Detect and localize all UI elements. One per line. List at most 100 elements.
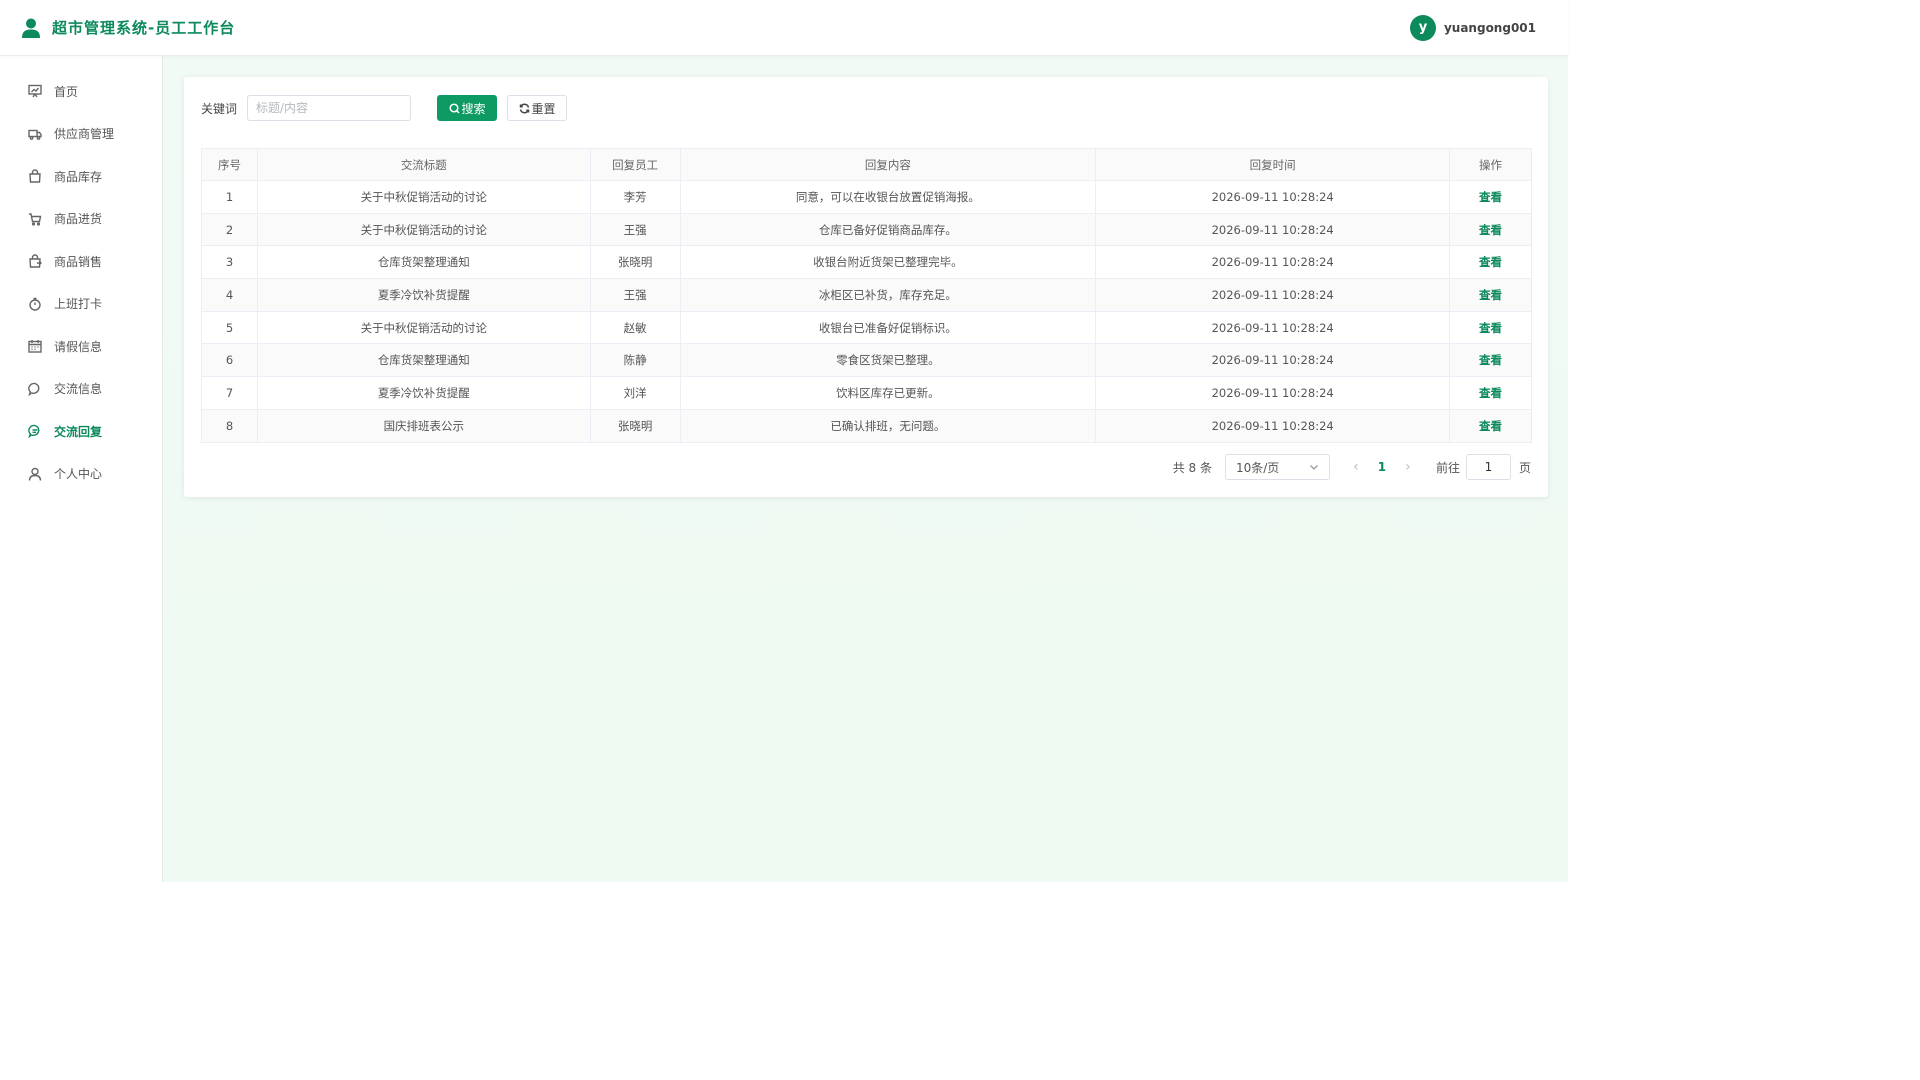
user-icon [28, 467, 42, 481]
sidebar-item-leave[interactable]: 请假信息 [0, 325, 162, 368]
reset-button-label: 重置 [531, 101, 556, 116]
cell-title: 夏季冷饮补货提醒 [256, 278, 591, 312]
sidebar-item-label: 交流回复 [54, 424, 103, 439]
cell-staff: 张晓明 [589, 245, 681, 280]
search-label: 关键词 [201, 101, 238, 116]
sidebar-item-label: 商品销售 [54, 254, 103, 269]
username[interactable]: yuangong001 [1444, 21, 1536, 35]
sidebar-item-label: 商品库存 [54, 169, 103, 184]
cell-title: 国庆排班表公示 [256, 408, 591, 443]
cell-seq: 6 [201, 343, 258, 378]
sidebar-item-replies[interactable]: 交流回复 [0, 410, 162, 453]
page-number-current[interactable]: 1 [1369, 460, 1395, 474]
sidebar-item-label: 首页 [54, 84, 79, 99]
cell-content: 饮料区库存已更新。 [679, 376, 1097, 410]
column-header-content: 回复内容 [679, 148, 1097, 181]
cell-time: 2026-09-11 10:28:24 [1095, 212, 1450, 247]
column-header-title: 交流标题 [256, 148, 591, 181]
search-button[interactable]: 搜索 [437, 95, 498, 121]
prev-page-button[interactable]: ‹ [1343, 459, 1369, 475]
cell-content: 收银台附近货架已整理完毕。 [679, 245, 1097, 280]
goto-label: 前往 [1435, 460, 1460, 475]
cell-title: 关于中秋促销活动的讨论 [256, 310, 591, 345]
chevron-down-icon [1310, 465, 1318, 470]
view-link[interactable]: 查看 [1479, 419, 1502, 433]
view-link[interactable]: 查看 [1479, 288, 1502, 302]
page-size-value: 10条/页 [1235, 460, 1280, 475]
main-content: 关键词 搜索 重置 序号 交流标题 回复员工 回复内容 回复时间 操作 [163, 56, 1568, 882]
cell-time: 2026-09-11 10:28:24 [1095, 310, 1450, 345]
avatar[interactable]: y [1409, 14, 1436, 41]
cell-seq: 2 [201, 212, 258, 247]
view-link[interactable]: 查看 [1479, 353, 1502, 367]
user-menu[interactable]: y yuangong001 [1409, 14, 1536, 41]
table-row: 5 关于中秋促销活动的讨论 赵敏 收银台已准备好促销标识。 2026-09-11… [201, 310, 1532, 345]
view-link[interactable]: 查看 [1479, 321, 1502, 335]
cell-action: 查看 [1449, 245, 1532, 280]
view-link[interactable]: 查看 [1479, 386, 1502, 400]
search-icon [448, 102, 460, 114]
column-header-action: 操作 [1449, 148, 1532, 181]
goto-page-input[interactable] [1465, 454, 1511, 480]
cell-content: 零食区货架已整理。 [679, 343, 1097, 378]
top-header: 超市管理系统-员工工作台 y yuangong001 [0, 0, 1568, 56]
sell-bag-icon [29, 254, 42, 268]
table-row: 7 夏季冷饮补货提醒 刘洋 饮料区库存已更新。 2026-09-11 10:28… [201, 376, 1532, 410]
sidebar-item-home[interactable]: 首页 [0, 70, 162, 113]
cell-action: 查看 [1449, 278, 1532, 312]
cell-action: 查看 [1449, 180, 1532, 214]
sidebar-item-label: 商品进货 [54, 212, 103, 227]
column-header-staff: 回复员工 [589, 148, 681, 181]
sidebar-item-sales[interactable]: 商品销售 [0, 240, 162, 283]
table-header-row: 序号 交流标题 回复员工 回复内容 回复时间 操作 [201, 148, 1532, 181]
column-header-time: 回复时间 [1095, 148, 1450, 181]
sidebar-item-messages[interactable]: 交流信息 [0, 368, 162, 411]
cell-title: 关于中秋促销活动的讨论 [256, 212, 591, 247]
cell-staff: 刘洋 [589, 376, 681, 410]
cell-action: 查看 [1449, 343, 1532, 378]
view-link[interactable]: 查看 [1479, 190, 1502, 204]
cell-title: 关于中秋促销活动的讨论 [256, 180, 591, 214]
sidebar-item-inventory[interactable]: 商品库存 [0, 155, 162, 198]
table-row: 6 仓库货架整理通知 陈静 零食区货架已整理。 2026-09-11 10:28… [201, 343, 1532, 378]
cell-time: 2026-09-11 10:28:24 [1095, 408, 1450, 443]
view-link[interactable]: 查看 [1479, 223, 1502, 237]
refresh-icon [519, 103, 529, 113]
view-link[interactable]: 查看 [1479, 255, 1502, 269]
table-row: 3 仓库货架整理通知 张晓明 收银台附近货架已整理完毕。 2026-09-11 … [201, 245, 1532, 280]
table-row: 8 国庆排班表公示 张晓明 已确认排班，无问题。 2026-09-11 10:2… [201, 408, 1532, 443]
cell-staff: 王强 [589, 278, 681, 312]
cell-seq: 5 [201, 310, 258, 345]
next-page-button[interactable]: › [1395, 459, 1421, 475]
cell-time: 2026-09-11 10:28:24 [1095, 245, 1450, 280]
app-title: 超市管理系统-员工工作台 [52, 19, 236, 37]
cell-title: 仓库货架整理通知 [256, 343, 591, 378]
chat-icon [28, 382, 40, 396]
sidebar-item-supplier[interactable]: 供应商管理 [0, 113, 162, 156]
sidebar-item-label: 上班打卡 [54, 297, 103, 312]
total-count: 共 8 条 [1172, 460, 1212, 475]
sidebar-item-label: 请假信息 [54, 339, 103, 354]
column-header-seq: 序号 [201, 148, 258, 181]
sidebar-item-purchase[interactable]: 商品进货 [0, 198, 162, 241]
cell-staff: 王强 [589, 212, 681, 247]
brand: 超市管理系统-员工工作台 [22, 17, 235, 38]
cell-content: 仓库已备好促销商品库存。 [679, 212, 1097, 247]
goto-suffix: 页 [1518, 460, 1531, 475]
cell-content: 同意，可以在收银台放置促销海报。 [679, 180, 1097, 214]
sidebar-item-label: 供应商管理 [54, 127, 115, 142]
calendar-icon [28, 340, 42, 353]
table-row: 1 关于中秋促销活动的讨论 李芳 同意，可以在收银台放置促销海报。 2026-0… [201, 180, 1532, 214]
sidebar-item-clock-in[interactable]: 上班打卡 [0, 283, 162, 326]
user-logo-icon [22, 18, 40, 38]
reset-button[interactable]: 重置 [507, 95, 568, 121]
cell-action: 查看 [1449, 408, 1532, 443]
page-size-select[interactable]: 10条/页 [1224, 454, 1330, 480]
cell-staff: 李芳 [589, 180, 681, 214]
cell-seq: 7 [201, 376, 258, 410]
cell-action: 查看 [1449, 310, 1532, 345]
cell-staff: 陈静 [589, 343, 681, 378]
search-input[interactable] [247, 95, 412, 121]
sidebar-item-profile[interactable]: 个人中心 [0, 453, 162, 496]
table-row: 4 夏季冷饮补货提醒 王强 冰柜区已补货，库存充足。 2026-09-11 10… [201, 278, 1532, 312]
